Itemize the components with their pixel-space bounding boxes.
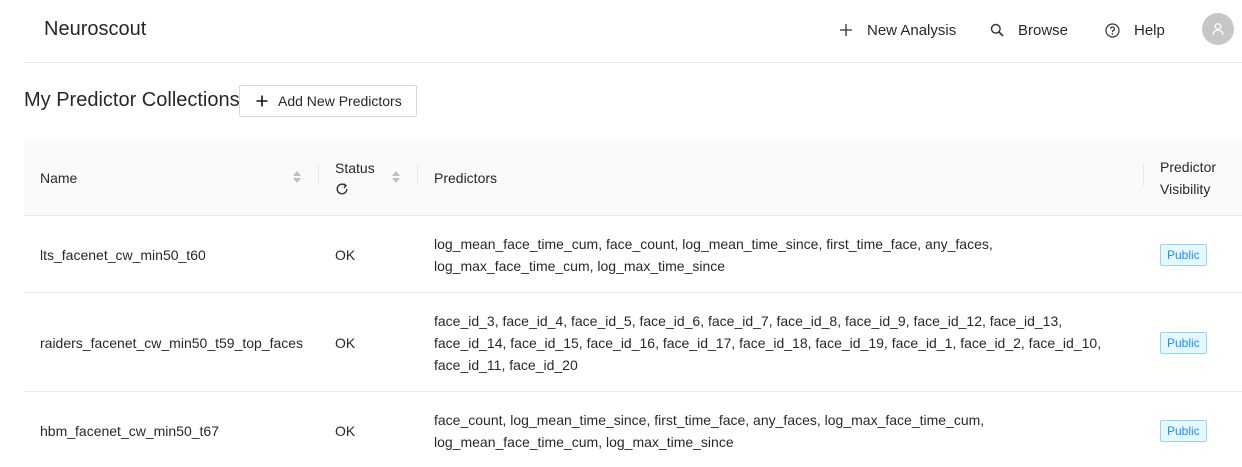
add-new-predictors-label: Add New Predictors [278, 93, 402, 109]
plus-icon [840, 24, 852, 36]
nav-browse[interactable]: Browse [990, 19, 1068, 41]
column-header-predictors: Predictors [434, 139, 497, 216]
column-header-status[interactable]: Status [335, 139, 375, 216]
plus-icon [256, 95, 268, 107]
column-divider [417, 164, 418, 186]
top-navbar: Neuroscout New Analysis Browse Help [24, 0, 1242, 63]
column-header-predictors-label: Predictors [434, 169, 498, 186]
visibility-badge: Public [1160, 331, 1207, 354]
user-avatar[interactable] [1202, 13, 1234, 45]
name-sort-icon[interactable] [293, 171, 301, 183]
column-header-visibility: Predictor Visibility [1160, 139, 1216, 216]
row-status: OK [335, 246, 356, 263]
visibility-badge: Public [1160, 419, 1207, 442]
row-status: OK [335, 422, 356, 439]
column-divider [1143, 164, 1144, 186]
visibility-cell: Public [1160, 216, 1207, 293]
predictor-collections-table: Name Status Predictors Predictor Visibil… [24, 139, 1242, 467]
user-icon [1212, 23, 1224, 36]
row-name[interactable]: lts_facenet_cw_min50_t60 [40, 216, 206, 293]
row-predictors: log_mean_face_time_cum, face_count, log_… [434, 235, 993, 274]
table-row[interactable]: raiders_facenet_cw_min50_t59_top_faces O… [24, 293, 1242, 392]
nav-browse-label: Browse [1018, 21, 1069, 39]
add-new-predictors-button[interactable]: Add New Predictors [239, 85, 417, 117]
page-title: My Predictor Collections [24, 89, 240, 111]
brand-logo-text[interactable]: Neuroscout [44, 18, 146, 41]
nav-help-label: Help [1134, 21, 1165, 39]
row-predictors: face_count, log_mean_time_since, first_t… [434, 411, 985, 450]
column-header-visibility-line1: Predictor [1160, 158, 1217, 175]
table-header: Name Status Predictors Predictor Visibil… [24, 139, 1242, 216]
status-sort-icon[interactable] [392, 171, 400, 183]
nav-new-analysis[interactable]: New Analysis [839, 19, 956, 41]
search-icon [990, 23, 1004, 37]
visibility-cell: Public [1160, 392, 1207, 467]
nav-help[interactable]: Help [1105, 19, 1165, 41]
visibility-badge: Public [1160, 243, 1207, 266]
question-circle-icon [1105, 22, 1120, 38]
reload-icon[interactable] [335, 182, 349, 196]
column-header-status-label: Status [335, 159, 375, 176]
row-predictors: face_id_3, face_id_4, face_id_5, face_id… [434, 312, 1102, 373]
table-row[interactable]: lts_facenet_cw_min50_t60 OK log_mean_fac… [24, 216, 1242, 293]
column-header-visibility-line2: Visibility [1160, 180, 1211, 197]
nav-new-analysis-label: New Analysis [867, 21, 957, 39]
column-header-name[interactable]: Name [40, 139, 77, 216]
row-name[interactable]: hbm_facenet_cw_min50_t67 [40, 392, 219, 467]
row-name[interactable]: raiders_facenet_cw_min50_t59_top_faces [40, 293, 303, 392]
column-divider [318, 164, 319, 186]
column-header-name-label: Name [40, 169, 78, 186]
visibility-cell: Public [1160, 293, 1207, 392]
row-status: OK [335, 334, 356, 351]
table-row[interactable]: hbm_facenet_cw_min50_t67 OK face_count, … [24, 392, 1242, 467]
